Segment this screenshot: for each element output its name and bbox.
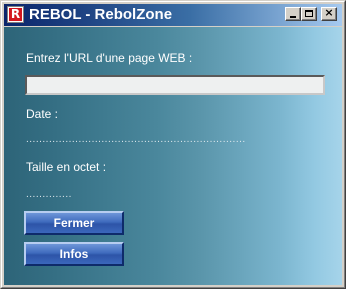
close-button[interactable]: × (321, 6, 337, 21)
window-title: REBOL - RebolZone (29, 6, 173, 23)
title-bar[interactable]: R REBOL - RebolZone × (4, 4, 342, 26)
date-value: ........................................… (26, 134, 246, 145)
app-window: R REBOL - RebolZone × Entrez l'URL d'une… (0, 0, 346, 289)
url-label: Entrez l'URL d'une page WEB : (26, 51, 193, 65)
maximize-button[interactable] (301, 7, 317, 21)
close-icon: × (324, 6, 334, 19)
size-value: .............. (26, 189, 72, 200)
fermer-button[interactable]: Fermer (24, 211, 124, 235)
minimize-button[interactable] (285, 7, 301, 21)
date-label: Date : (26, 107, 59, 121)
form-panel: Entrez l'URL d'une page WEB : Date : ...… (4, 27, 342, 285)
minimize-icon (290, 16, 296, 18)
rebol-app-icon[interactable]: R (7, 6, 24, 23)
infos-button[interactable]: Infos (24, 242, 124, 266)
url-input[interactable] (25, 75, 325, 95)
maximize-icon (305, 10, 313, 17)
app-icon-letter: R (9, 7, 22, 21)
size-label: Taille en octet : (26, 160, 107, 174)
